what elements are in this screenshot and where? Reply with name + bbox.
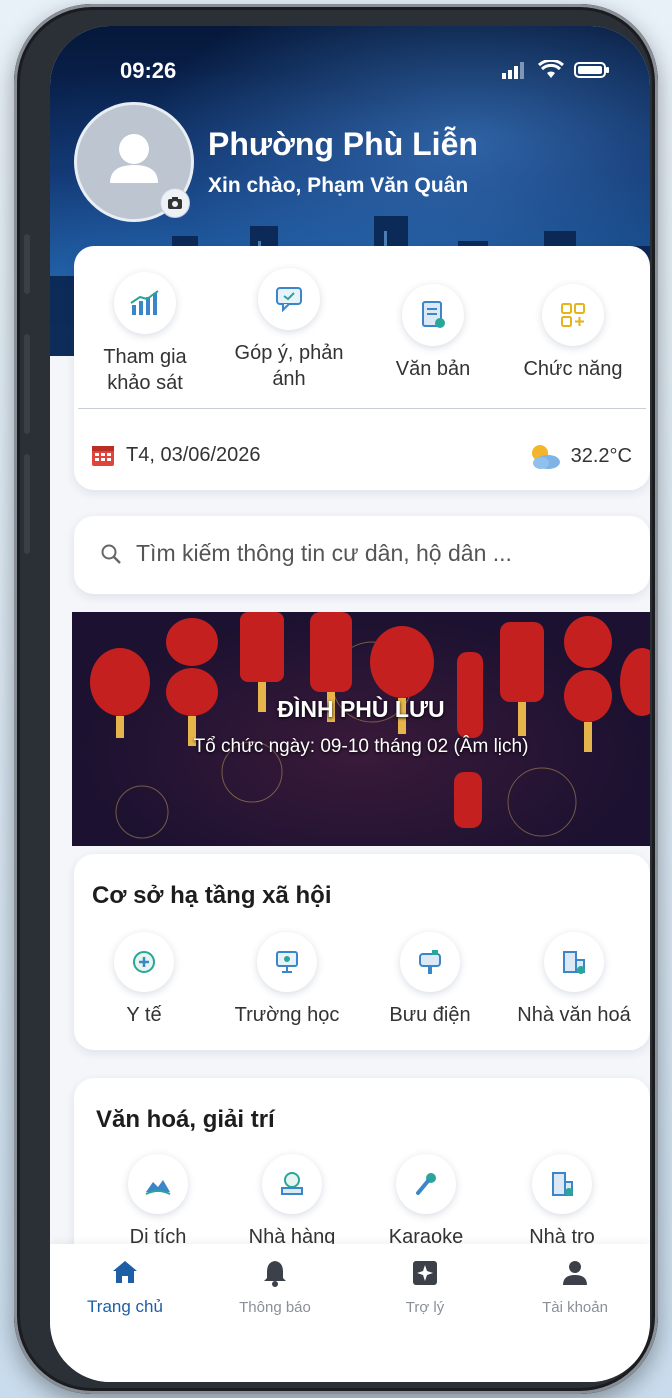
documents-icon-bubble (402, 284, 464, 346)
greeting-text: Xin chào, Phạm Văn Quân (208, 174, 469, 197)
phone-frame: 09:26 Phường Phù Liễn Xin chào, Phạm Văn… (14, 4, 658, 1394)
guesthouse-item[interactable]: Nhà trọ (492, 1154, 632, 1250)
infrastructure-title: Cơ sở hạ tầng xã hội (92, 882, 332, 909)
culture-title: Văn hoá, giải trí (96, 1106, 275, 1133)
mute-switch (24, 234, 30, 294)
bell-icon (264, 1261, 286, 1287)
banner-subtitle: Tổ chức ngày: 09-10 tháng 02 (Âm lịch) (193, 736, 529, 757)
documents-label: Văn bản (395, 358, 471, 380)
healthcare-item[interactable]: Y tế (74, 932, 214, 1028)
wifi-icon (538, 60, 564, 78)
infrastructure-section: Cơ sở hạ tầng xã hội Y tế Trường học Bưu… (74, 854, 650, 1050)
status-time: 09:26 (120, 58, 177, 83)
nav-account[interactable]: Tài khoản (500, 1258, 650, 1316)
healthcare-icon-bubble (114, 932, 174, 992)
change-avatar-button[interactable] (160, 188, 190, 218)
search-icon (101, 544, 121, 564)
nav-home-label: Trang chủ (87, 1297, 163, 1316)
nav-account-label: Tài khoản (542, 1299, 608, 1316)
feedback-action[interactable]: Góp ý, phản ánh (224, 268, 354, 392)
healthcare-label: Y tế (126, 1004, 162, 1026)
functions-icon-bubble (542, 284, 604, 346)
grid-plus-icon (561, 303, 585, 327)
calendar-icon (92, 446, 114, 466)
volume-up-button (24, 334, 30, 434)
nav-notifications-label: Thông báo (239, 1299, 311, 1316)
camera-icon (168, 197, 182, 209)
home-icon (113, 1261, 137, 1283)
survey-label: Tham gia khảo sát (103, 346, 187, 394)
school-icon-bubble (257, 932, 317, 992)
functions-action[interactable]: Chức năng (508, 284, 638, 382)
culture-house-icon-bubble (544, 932, 604, 992)
nav-assistant[interactable]: Trợ lý (350, 1258, 500, 1316)
restaurant-icon-bubble (262, 1154, 322, 1214)
temperature-text: 32.2°C (570, 444, 632, 467)
post-office-icon-bubble (400, 932, 460, 992)
date-text: T4, 03/06/2026 (126, 443, 261, 466)
weather-display: 32.2°C (527, 442, 632, 470)
lanterns-illustration (90, 612, 650, 839)
survey-action[interactable]: Tham gia khảo sát (80, 272, 210, 396)
assistant-icon (413, 1261, 437, 1285)
banner-title: ĐÌNH PHÙ LƯU (277, 696, 445, 722)
feedback-icon-bubble (258, 268, 320, 330)
nav-notifications[interactable]: Thông báo (200, 1258, 350, 1316)
microphone-icon (416, 1173, 436, 1195)
feedback-label: Góp ý, phản ánh (234, 342, 344, 390)
school-item[interactable]: Trường học (217, 932, 357, 1028)
nav-assistant-label: Trợ lý (405, 1299, 445, 1316)
guesthouse-icon-bubble (532, 1154, 592, 1214)
school-icon (276, 951, 298, 973)
partly-cloudy-icon (531, 445, 560, 469)
search-placeholder: Tìm kiếm thông tin cư dân, hộ dân ... (136, 540, 512, 566)
post-office-icon (419, 950, 441, 974)
ward-name: Phường Phù Liễn (208, 126, 478, 162)
quick-actions-card: Tham gia khảo sát Góp ý, phản ánh Văn bả… (74, 246, 650, 490)
restaurant-item[interactable]: Nhà hàng (222, 1154, 362, 1250)
signal-icon (502, 62, 524, 79)
post-office-item[interactable]: Bưu điện (360, 932, 500, 1028)
karaoke-item[interactable]: Karaoke (356, 1154, 496, 1250)
restaurant-icon (281, 1172, 303, 1195)
building-icon (552, 1172, 573, 1196)
chart-icon (130, 290, 159, 315)
relics-item[interactable]: Di tích (88, 1154, 228, 1250)
card-divider (78, 408, 646, 409)
survey-icon-bubble (114, 272, 176, 334)
nav-home[interactable]: Trang chủ (50, 1258, 200, 1317)
bottom-navigation: Trang chủ Thông báo Trợ lý Tài khoản (50, 1244, 650, 1382)
battery-icon (574, 62, 609, 78)
documents-action[interactable]: Văn bản (368, 284, 498, 382)
document-icon (422, 301, 445, 328)
user-icon (563, 1261, 587, 1285)
medical-icon (133, 951, 155, 973)
event-banner[interactable]: ĐÌNH PHÙ LƯU Tổ chức ngày: 09-10 tháng 0… (72, 612, 650, 846)
karaoke-icon-bubble (396, 1154, 456, 1214)
culture-house-label: Nhà văn hoá (517, 1004, 631, 1026)
date-display: T4, 03/06/2026 (90, 442, 261, 468)
culture-house-icon (563, 951, 585, 974)
volume-down-button (24, 454, 30, 554)
app-screen: 09:26 Phường Phù Liễn Xin chào, Phạm Văn… (50, 26, 650, 1382)
feedback-icon (276, 287, 302, 313)
status-bar: 09:26 (120, 58, 610, 88)
school-label: Trường học (234, 1004, 340, 1026)
relics-icon-bubble (128, 1154, 188, 1214)
culture-house-item[interactable]: Nhà văn hoá (504, 932, 644, 1028)
post-office-label: Bưu điện (389, 1004, 471, 1026)
functions-label: Chức năng (523, 358, 623, 380)
landscape-icon (145, 1180, 171, 1195)
search-bar[interactable]: Tìm kiếm thông tin cư dân, hộ dân ... (74, 516, 650, 594)
